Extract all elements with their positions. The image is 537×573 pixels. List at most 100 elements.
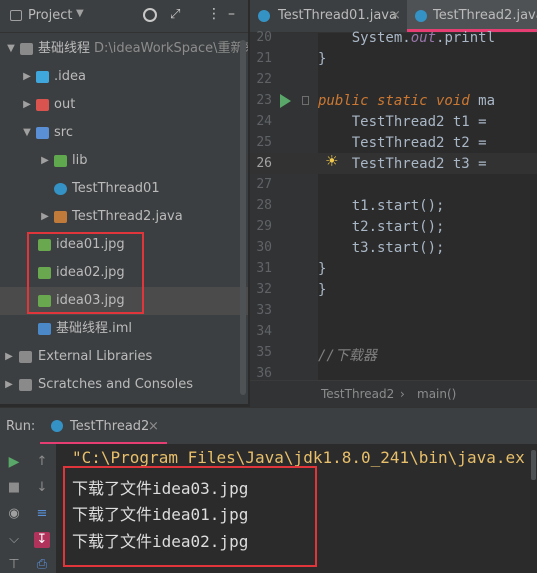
project-panel-header: Project ▼ ⤢ ⋮ –: [0, 0, 248, 33]
source-folder-icon: [36, 127, 49, 139]
collapse-all-icon[interactable]: ⤢: [170, 7, 180, 22]
tree-item-src[interactable]: ▼ src: [0, 119, 248, 147]
soft-wrap-icon[interactable]: ≡: [34, 506, 50, 522]
run-panel-header: Run: TestThread2 ×: [0, 407, 537, 445]
tree-item-label: External Libraries: [38, 349, 153, 364]
project-scrollbar[interactable]: [240, 40, 246, 395]
line-number: 24: [256, 114, 272, 129]
line-number: 33: [256, 303, 272, 318]
line-number: 35: [256, 345, 272, 360]
more-options-icon[interactable]: ⋮: [207, 6, 221, 22]
tree-item-label: 基础线程.iml: [56, 321, 133, 336]
tab-label: TestThread01.java: [278, 8, 397, 23]
close-icon[interactable]: ×: [390, 0, 401, 32]
console-command-line: "C:\Program Files\Java\jdk1.8.0_241\bin\…: [72, 448, 525, 467]
java-class-icon: [54, 183, 67, 195]
chevron-down-icon[interactable]: ▼: [76, 8, 84, 19]
code-line-20: System.out.printl: [318, 30, 496, 46]
tree-item-external-libraries[interactable]: ▶ External Libraries: [0, 343, 248, 371]
chevron-down-icon[interactable]: ▼: [22, 119, 32, 147]
line-number: 21: [256, 51, 272, 66]
tree-item-label: lib: [72, 153, 88, 168]
line-number: 29: [256, 219, 272, 234]
code-line-30: t3.start();: [318, 240, 445, 256]
tree-item-lib[interactable]: ▶ lib: [0, 147, 248, 175]
plug-icon[interactable]: ⌵: [6, 532, 22, 548]
tree-item-root[interactable]: ▼ 基础线程 D:\ideaWorkSpace\重新来过: [0, 35, 248, 63]
print-icon[interactable]: ⎙: [34, 557, 50, 573]
rerun-icon[interactable]: ▶: [6, 454, 22, 470]
tree-item-scratches[interactable]: ▶ Scratches and Consoles: [0, 371, 248, 399]
close-icon[interactable]: ×: [148, 408, 159, 445]
output-highlight: [63, 466, 317, 567]
run-icon[interactable]: [280, 94, 291, 108]
chevron-right-icon[interactable]: ▶: [4, 343, 14, 371]
arrow-down-icon[interactable]: ↓: [34, 480, 50, 496]
tree-item-label: out: [54, 97, 76, 112]
hide-panel-icon[interactable]: –: [228, 6, 235, 22]
tree-item-path: D:\ideaWorkSpace\重新来过: [94, 41, 248, 56]
breadcrumb-separator: ›: [400, 387, 405, 401]
run-tab-label: TestThread2: [70, 419, 150, 434]
line-number: 36: [256, 366, 272, 381]
line-number: 32: [256, 282, 272, 297]
code-line-35: //下载器: [318, 348, 377, 364]
breadcrumb-method[interactable]: main(): [417, 381, 456, 407]
project-tree: ▼ 基础线程 D:\ideaWorkSpace\重新来过 ▶ .idea ▶ o…: [0, 33, 248, 404]
line-number: 20: [256, 30, 272, 45]
chevron-right-icon[interactable]: ▶: [40, 203, 50, 231]
pin-icon[interactable]: ⊤: [6, 557, 22, 573]
run-label: Run:: [6, 419, 36, 434]
code-line-28: t1.start();: [318, 198, 445, 214]
java-class-icon: [415, 10, 427, 22]
chevron-right-icon[interactable]: ▶: [22, 63, 32, 91]
code-line-32: }: [318, 282, 327, 298]
tree-item-label: 基础线程: [38, 41, 91, 56]
package-icon: [54, 155, 67, 167]
code-line-31: }: [318, 261, 327, 277]
tab-label: TestThread2.java: [433, 8, 537, 23]
image-files-highlight: [27, 232, 144, 314]
chevron-down-icon[interactable]: ▼: [6, 35, 16, 63]
module-folder-icon: [20, 43, 33, 55]
tree-item-out[interactable]: ▶ out: [0, 91, 248, 119]
line-number: 34: [256, 324, 272, 339]
tree-item-testthread01[interactable]: TestThread01: [0, 175, 248, 203]
scroll-to-end-icon[interactable]: ↧: [34, 532, 50, 548]
tree-item-iml[interactable]: 基础线程.iml: [0, 315, 248, 343]
java-class-icon: [51, 420, 63, 432]
fold-icon[interactable]: [302, 96, 309, 105]
run-tab[interactable]: TestThread2 ×: [40, 408, 167, 445]
line-number: 22: [256, 72, 272, 87]
tree-item-label: TestThread2.java: [72, 209, 183, 224]
module-file-icon: [38, 323, 51, 335]
line-number: 26: [256, 156, 272, 171]
folder-icon: [10, 10, 22, 21]
tab-testthread01[interactable]: TestThread01.java ×: [250, 0, 405, 32]
tab-testthread2[interactable]: TestThread2.java: [407, 0, 537, 32]
tree-item-label: Scratches and Consoles: [38, 377, 194, 392]
console-scrollbar[interactable]: [531, 450, 536, 480]
chevron-right-icon[interactable]: ▶: [4, 371, 14, 399]
tree-item-idea[interactable]: ▶ .idea: [0, 63, 248, 91]
locate-icon[interactable]: [143, 8, 157, 22]
line-number: 30: [256, 240, 272, 255]
java-class-icon: [258, 10, 270, 22]
excluded-folder-icon: [36, 99, 49, 111]
line-number: 28: [256, 198, 272, 213]
library-icon: [19, 351, 32, 363]
chevron-right-icon[interactable]: ▶: [40, 147, 50, 175]
breadcrumb-class[interactable]: TestThread2: [321, 381, 394, 407]
tree-item-label: TestThread01: [72, 181, 160, 196]
tree-item-testthread2[interactable]: ▶ TestThread2.java: [0, 203, 248, 231]
project-title[interactable]: Project: [28, 0, 72, 32]
code-line-25: TestThread2 t2 =: [318, 135, 487, 151]
camera-icon[interactable]: ◉: [6, 506, 22, 522]
code-line-26: TestThread2 t3 =: [318, 156, 487, 172]
line-number: 31: [256, 261, 272, 276]
chevron-right-icon[interactable]: ▶: [22, 91, 32, 119]
run-toolbar: ▶ ↑ ■ ↓ ◉ ≡ ⌵ ↧ ⊤ ⎙: [0, 444, 56, 573]
arrow-up-icon[interactable]: ↑: [34, 454, 50, 470]
code-line-24: TestThread2 t1 =: [318, 114, 487, 130]
stop-icon[interactable]: ■: [6, 480, 22, 496]
